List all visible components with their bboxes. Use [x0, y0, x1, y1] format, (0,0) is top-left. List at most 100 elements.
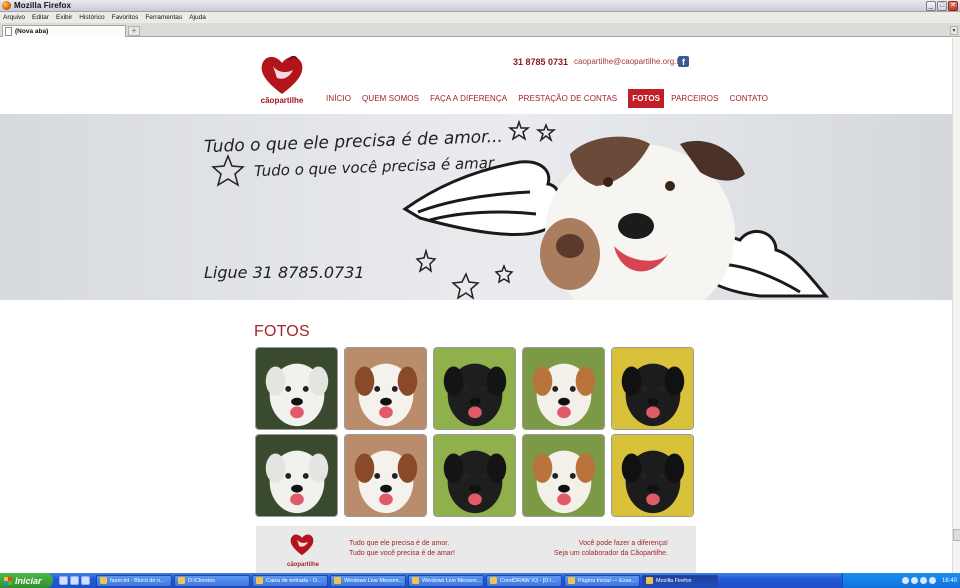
nav-contato[interactable]: CONTATO: [730, 89, 768, 108]
footer-left-line1: Tudo que ele precisa é de amor.: [349, 540, 450, 547]
taskbar-item[interactable]: Página Inicial — Esse...: [564, 574, 640, 587]
gallery-photo[interactable]: [344, 434, 427, 517]
taskbar-item-label: fazer.txt - Bloco de n...: [110, 577, 165, 584]
dog-illustration: [540, 136, 745, 300]
tab-new[interactable]: (Nova aba): [2, 25, 126, 37]
vertical-scrollbar[interactable]: [952, 38, 960, 573]
app-icon: [100, 577, 107, 584]
menu-historico[interactable]: Histórico: [79, 14, 104, 21]
dog-photo-icon: [612, 435, 693, 516]
hero-banner: Tudo o que ele precisa é de amor... Tudo…: [0, 114, 952, 300]
header-phone: 31 8785 0731: [513, 57, 569, 67]
window-title: Mozilla Firefox: [14, 1, 72, 10]
desktop-icon[interactable]: [59, 576, 68, 585]
gallery-photo[interactable]: [611, 347, 694, 430]
taskbar-item[interactable]: Mozilla Firefox: [642, 574, 718, 587]
site-footer: cãopartilhe Tudo que ele precisa é de am…: [256, 526, 696, 573]
dog-photo-icon: [256, 348, 337, 429]
menu-favoritos[interactable]: Favoritos: [112, 14, 139, 21]
menu-editar[interactable]: Editar: [32, 14, 49, 21]
app-icon: [646, 577, 653, 584]
footer-right-text: Você pode fazer a diferença! Seja um col…: [554, 539, 668, 559]
footer-right-line2: Seja um colaborador da Cãopartilhe.: [553, 550, 668, 557]
minimize-button[interactable]: _: [926, 1, 936, 11]
tray-icons: [901, 577, 936, 584]
gallery-photo[interactable]: [344, 347, 427, 430]
gallery-photo[interactable]: [255, 347, 338, 430]
app-icon: [256, 577, 263, 584]
nav-faca-a-diferenca[interactable]: FAÇA A DIFERENÇA: [430, 89, 507, 108]
window-controls: _ □ ✕: [926, 1, 958, 11]
folder-icon[interactable]: [81, 576, 90, 585]
menu-ajuda[interactable]: Ajuda: [189, 14, 206, 21]
star-icon: [451, 272, 480, 300]
volume-icon[interactable]: [910, 577, 918, 584]
menu-arquivo[interactable]: Arquivo: [3, 14, 25, 21]
nav-fotos[interactable]: FOTOS: [628, 88, 665, 108]
menu-bar: Arquivo Editar Exibir Histórico Favorito…: [0, 12, 960, 23]
site-logo[interactable]: cãopartilhe: [255, 52, 309, 110]
gallery-photo[interactable]: [522, 434, 605, 517]
tab-label: (Nova aba): [15, 28, 49, 35]
menu-exibir[interactable]: Exibir: [56, 14, 72, 21]
quick-launch: [59, 576, 90, 585]
star-icon: [535, 122, 557, 143]
heart-logo-icon: [261, 55, 303, 94]
taskbar-item[interactable]: Caixa de entrada - O...: [252, 574, 328, 587]
section-title: FOTOS: [254, 323, 310, 340]
taskbar-item-label: Caixa de entrada - O...: [266, 577, 322, 584]
header-email-link[interactable]: caopartilhe@caopartilhe.org.br: [574, 57, 684, 66]
gallery-photo[interactable]: [255, 434, 338, 517]
photo-gallery: [255, 347, 697, 517]
tab-bar: (Nova aba) + ▾: [0, 23, 960, 37]
left-wing-icon: [402, 160, 560, 236]
taskbar-item-label: D:\Clientes: [188, 577, 215, 584]
dog-photo-icon: [523, 348, 604, 429]
gallery-photo[interactable]: [522, 347, 605, 430]
taskbar-item-label: Página Inicial — Esse...: [578, 577, 637, 584]
taskbar-item[interactable]: Windows Live Messen...: [330, 574, 406, 587]
start-button[interactable]: Iniciar: [0, 573, 53, 588]
star-icon: [494, 263, 514, 284]
nav-prestacao-de-contas[interactable]: PRESTAÇÃO DE CONTAS: [518, 89, 617, 108]
dog-photo-icon: [434, 348, 515, 429]
footer-logo[interactable]: cãopartilhe: [287, 531, 319, 568]
gallery-photo[interactable]: [433, 434, 516, 517]
close-button[interactable]: ✕: [948, 1, 958, 11]
nav-quem-somos[interactable]: QUEM SOMOS: [362, 89, 419, 108]
browser-window: Mozilla Firefox _ □ ✕ Arquivo Editar Exi…: [0, 0, 960, 588]
maximize-button[interactable]: □: [937, 1, 947, 11]
windows-logo-icon: [4, 576, 12, 585]
gallery-photo[interactable]: [611, 434, 694, 517]
dog-photo-icon: [345, 435, 426, 516]
nav-inicio[interactable]: INÍCIO: [326, 89, 351, 108]
star-icon: [507, 119, 531, 141]
messenger-icon[interactable]: [919, 577, 927, 584]
scrollbar-thumb[interactable]: [953, 529, 960, 541]
taskbar-item[interactable]: fazer.txt - Bloco de n...: [96, 574, 172, 587]
dog-photo-icon: [345, 348, 426, 429]
gallery-photo[interactable]: [433, 347, 516, 430]
heart-logo-icon: [290, 534, 314, 556]
footer-left-text: Tudo que ele precisa é de amor. Tudo que…: [349, 539, 455, 559]
taskbar-item[interactable]: CorelDRAW X3 - [D:\...: [486, 574, 562, 587]
antivirus-icon[interactable]: [928, 577, 936, 584]
facebook-icon[interactable]: f: [678, 56, 689, 67]
browser-icon[interactable]: [70, 576, 79, 585]
taskbar-item-label: Mozilla Firefox: [656, 577, 692, 584]
taskbar-item[interactable]: Windows Live Messen...: [408, 574, 484, 587]
nav-parceiros[interactable]: PARCEIROS: [671, 89, 718, 108]
tab-list-icon[interactable]: ▾: [950, 26, 958, 35]
title-bar: Mozilla Firefox _ □ ✕: [0, 0, 960, 12]
app-icon: [490, 577, 497, 584]
taskbar-item[interactable]: D:\Clientes: [174, 574, 250, 587]
system-tray: 16:40: [842, 573, 960, 588]
main-nav: INÍCIO QUEM SOMOS FAÇA A DIFERENÇA PREST…: [326, 88, 779, 108]
dog-photo-icon: [523, 435, 604, 516]
menu-ferramentas[interactable]: Ferramentas: [145, 14, 182, 21]
taskbar-item-label: Windows Live Messen...: [344, 577, 404, 584]
network-icon[interactable]: [901, 577, 909, 584]
new-tab-button[interactable]: +: [128, 26, 140, 36]
footer-left-line2: Tudo que você precisa é de amar!: [349, 550, 455, 557]
page-icon: [5, 27, 12, 36]
